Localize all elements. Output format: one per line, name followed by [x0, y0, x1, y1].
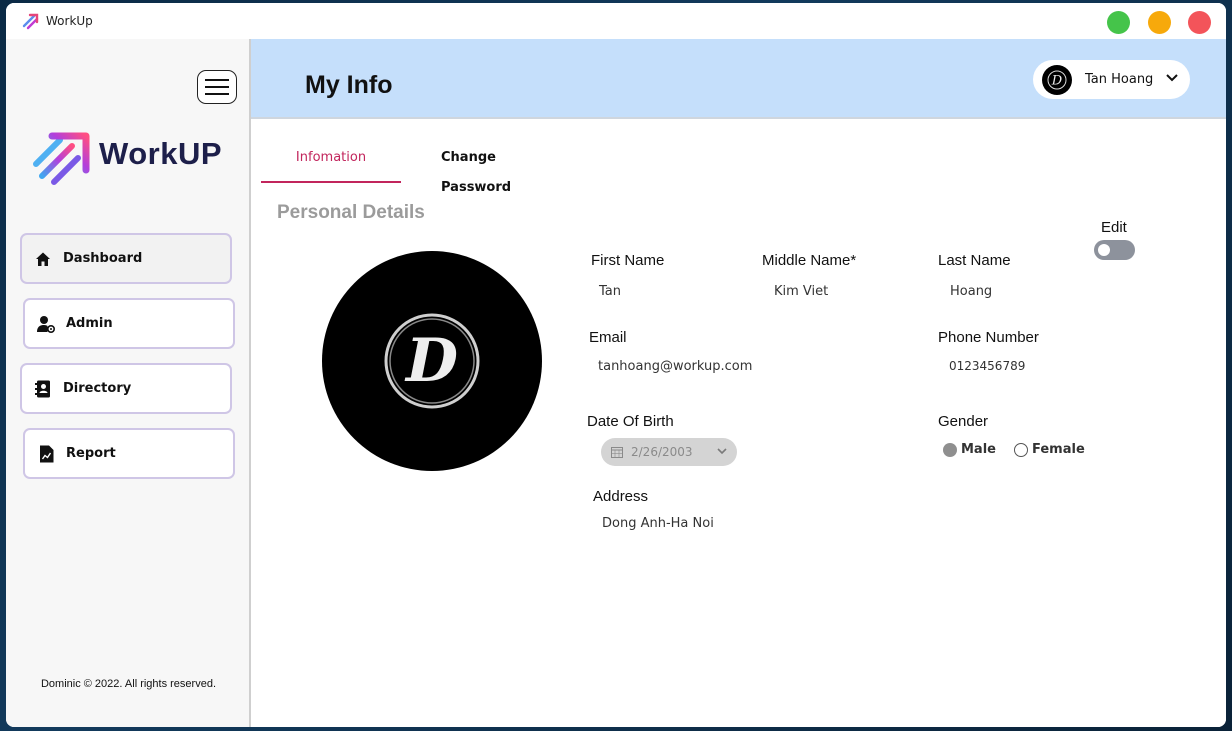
dob-date-picker[interactable]: 2/26/2003: [601, 438, 737, 466]
sidebar-item-label: Directory: [63, 381, 132, 396]
svg-text:D: D: [1051, 73, 1063, 88]
radio-selected-icon: [943, 442, 957, 457]
radio-unselected-icon: [1014, 442, 1028, 457]
window-title: WorkUp: [46, 14, 93, 28]
first-name-value[interactable]: Tan: [599, 284, 621, 299]
last-name-value[interactable]: Hoang: [950, 284, 992, 299]
hamburger-icon-line: [205, 93, 229, 95]
user-gear-icon: [37, 315, 55, 333]
maximize-button[interactable]: [1107, 11, 1130, 34]
radio-label: Male: [961, 442, 996, 457]
sidebar-item-label: Dashboard: [63, 251, 143, 266]
minimize-button[interactable]: [1148, 11, 1171, 34]
first-name-label: First Name: [591, 252, 665, 269]
user-menu-dropdown[interactable]: D Tan Hoang: [1033, 60, 1190, 99]
sidebar-item-directory[interactable]: Directory: [20, 363, 232, 414]
profile-avatar[interactable]: D: [322, 251, 542, 471]
middle-name-value[interactable]: Kim Viet: [774, 284, 828, 299]
gender-radio-male[interactable]: Male: [943, 442, 996, 457]
address-value[interactable]: Dong Anh-Ha Noi: [602, 516, 714, 531]
workup-logo-icon: [33, 132, 90, 185]
title-bar: WorkUp: [6, 3, 1226, 39]
home-icon: [34, 250, 52, 268]
svg-text:D: D: [404, 326, 458, 396]
gender-radio-female[interactable]: Female: [1014, 442, 1085, 457]
copyright-footer: Dominic © 2022. All rights reserved.: [40, 678, 216, 690]
edit-label: Edit: [1101, 219, 1127, 236]
d-logo-icon: D: [1047, 70, 1067, 89]
phone-value[interactable]: 0123456789: [949, 359, 1025, 373]
page-title: My Info: [305, 71, 393, 99]
close-button[interactable]: [1188, 11, 1211, 34]
avatar: D: [1042, 64, 1072, 95]
address-book-icon: [34, 380, 52, 398]
dob-label: Date Of Birth: [587, 413, 674, 430]
sidebar-item-report[interactable]: Report: [23, 428, 235, 479]
sidebar-item-label: Admin: [66, 316, 113, 331]
sidebar-item-label: Report: [66, 446, 116, 461]
main-content: Infomation Change Password Personal Deta…: [251, 121, 1226, 727]
sidebar: WorkUP Dashboard Admin Directory Report: [6, 39, 251, 727]
phone-label: Phone Number: [938, 329, 1039, 346]
tab-change-password[interactable]: Change Password: [441, 143, 551, 195]
chevron-down-icon: [717, 448, 727, 455]
hamburger-icon-line: [205, 86, 229, 88]
edit-toggle[interactable]: [1094, 240, 1135, 260]
email-value[interactable]: tanhoang@workup.com: [598, 359, 752, 374]
menu-toggle-button[interactable]: [197, 70, 237, 104]
logo-text: WorkUP: [99, 136, 223, 171]
gender-label: Gender: [938, 413, 989, 430]
sidebar-item-admin[interactable]: Admin: [23, 298, 235, 349]
report-chart-icon: [37, 445, 55, 463]
section-title: Personal Details: [277, 202, 425, 223]
user-name: Tan Hoang: [1085, 72, 1154, 87]
last-name-label: Last Name: [938, 252, 1011, 269]
hamburger-icon-line: [205, 79, 229, 81]
dob-value: 2/26/2003: [631, 445, 693, 459]
toggle-knob: [1098, 244, 1110, 256]
address-label: Address: [593, 488, 649, 505]
tab-information[interactable]: Infomation: [261, 143, 401, 183]
chevron-down-icon: [1166, 74, 1178, 82]
workup-logo: WorkUP: [32, 128, 232, 186]
calendar-icon: [611, 447, 623, 458]
sidebar-item-dashboard[interactable]: Dashboard: [20, 233, 232, 284]
workup-app-icon: [22, 13, 39, 30]
app-window: WorkUp WorkUP Dashboard Admin Directory …: [6, 3, 1226, 727]
page-header: My Info D Tan Hoang: [251, 39, 1226, 119]
email-label: Email: [589, 329, 627, 346]
middle-name-label: Middle Name*: [762, 252, 857, 269]
radio-label: Female: [1032, 442, 1085, 457]
d-logo-icon: D: [384, 313, 480, 409]
